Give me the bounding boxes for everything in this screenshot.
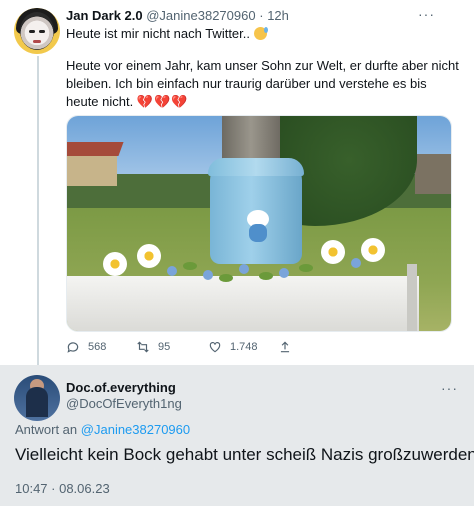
reply-count: 568 xyxy=(88,341,107,353)
like-icon xyxy=(209,342,221,353)
retweet-button[interactable]: 95 xyxy=(136,340,170,354)
reply-icon xyxy=(67,342,79,353)
replying-to: Antwort an @Janine38270960 xyxy=(15,422,190,437)
tweet-line-1: Heute ist mir nicht nach Twitter.. xyxy=(66,26,250,41)
tweet-line-2: Heute vor einem Jahr, kam unser Sohn zur… xyxy=(66,58,459,109)
reply-timestamp[interactable]: 10:47 · 08.06.23 xyxy=(15,481,110,496)
separator: · xyxy=(259,8,264,23)
reply-button[interactable]: 568 xyxy=(66,340,106,354)
tweet-photo[interactable] xyxy=(66,115,452,332)
reply-tweet[interactable]: Doc.of.everything @DocOfEveryth1ng ··· A… xyxy=(0,365,474,506)
more-options-icon[interactable]: ··· xyxy=(418,6,435,22)
reply-text: Vielleicht kein Bock gehabt unter scheiß… xyxy=(15,445,474,464)
share-icon xyxy=(280,341,290,353)
retweet-count: 95 xyxy=(158,341,171,353)
share-button[interactable] xyxy=(278,340,292,354)
author-name[interactable]: Jan Dark 2.0 xyxy=(66,8,143,23)
author-handle[interactable]: @DocOfEveryth1ng xyxy=(66,396,182,411)
author-name[interactable]: Doc.of.everything xyxy=(66,380,176,395)
thread-connector-line xyxy=(37,56,39,368)
author-handle[interactable]: @Janine38270960 xyxy=(146,8,255,23)
replying-to-handle-link[interactable]: @Janine38270960 xyxy=(81,422,190,437)
retweet-icon xyxy=(137,341,149,353)
flower-wreath xyxy=(99,238,389,294)
like-button[interactable]: 1.748 xyxy=(208,340,258,354)
cow-motif xyxy=(245,210,271,242)
like-count: 1.748 xyxy=(230,341,258,353)
avatar[interactable] xyxy=(14,375,60,421)
replying-to-label: Antwort an xyxy=(15,422,78,437)
sad-sweat-emoji-icon xyxy=(253,27,268,40)
tweet-text: Heute ist mir nicht nach Twitter.. Heute… xyxy=(66,25,462,125)
original-tweet[interactable]: Jan Dark 2.0 @Janine38270960 · 12h ··· H… xyxy=(0,0,474,368)
tweet-time[interactable]: 12h xyxy=(267,8,289,23)
more-options-icon[interactable]: ··· xyxy=(441,380,458,396)
avatar[interactable] xyxy=(14,8,60,54)
tweet-header: Jan Dark 2.0 @Janine38270960 · 12h xyxy=(66,8,289,24)
broken-heart-emoji-icon: 💔💔💔 xyxy=(136,94,189,109)
